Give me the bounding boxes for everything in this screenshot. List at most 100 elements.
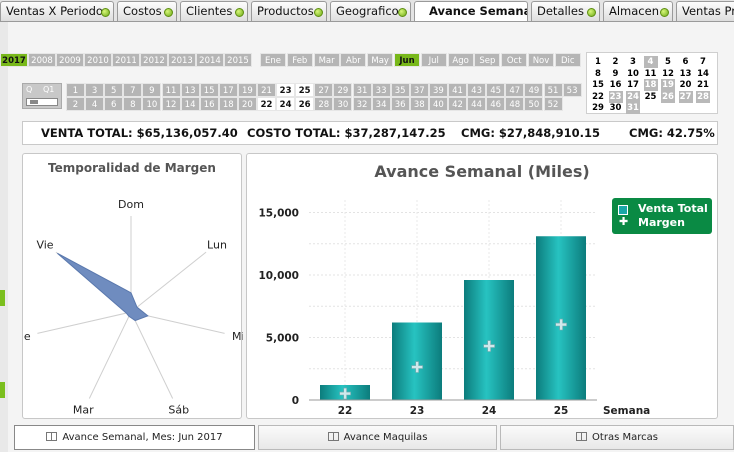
calendar-day-28[interactable]: 28 [696, 90, 710, 103]
tab-avance-semanal[interactable]: Avance Semanal [414, 1, 528, 21]
calendar-day-25[interactable]: 25 [644, 91, 658, 103]
month-may[interactable]: May [367, 53, 394, 67]
week-4[interactable]: 4 [85, 97, 105, 111]
calendar-day-15[interactable]: 15 [591, 79, 605, 91]
month-ago[interactable]: Ago [447, 53, 474, 67]
month-jun[interactable]: Jun [394, 53, 420, 67]
week-20[interactable]: 20 [237, 97, 257, 111]
week-9[interactable]: 9 [142, 83, 162, 97]
calendar-day-12[interactable]: 12 [661, 68, 675, 80]
week-49[interactable]: 49 [524, 83, 544, 97]
week-45[interactable]: 45 [486, 83, 506, 97]
calendar-day-24[interactable]: 24 [626, 90, 640, 103]
week-21[interactable]: 21 [257, 83, 276, 97]
year-2014[interactable]: 2014 [196, 53, 224, 67]
bottom-tab-2[interactable]: Avance Maquilas [258, 425, 497, 450]
calendar-day-13[interactable]: 13 [679, 68, 693, 80]
scroll-thumb[interactable] [30, 100, 38, 104]
calendar-day-1[interactable]: 1 [591, 56, 605, 68]
tab-productos[interactable]: Productos [251, 1, 327, 21]
year-2011[interactable]: 2011 [112, 53, 140, 67]
calendar-day-3[interactable]: 3 [626, 56, 640, 68]
tab-almacen[interactable]: Almacen [603, 1, 673, 21]
week-12[interactable]: 12 [161, 97, 181, 111]
month-mar[interactable]: Mar [313, 53, 340, 67]
week-29[interactable]: 29 [333, 83, 353, 97]
month-sep[interactable]: Sep [474, 53, 501, 67]
week-19[interactable]: 19 [237, 83, 257, 97]
week-8[interactable]: 8 [123, 97, 143, 111]
week-30[interactable]: 30 [333, 97, 353, 111]
calendar-day-8[interactable]: 8 [591, 68, 605, 80]
month-feb[interactable]: Feb [286, 53, 313, 67]
week-53[interactable]: 53 [562, 83, 582, 97]
calendar-day-26[interactable]: 26 [661, 90, 675, 103]
week-36[interactable]: 36 [390, 97, 410, 111]
week-41[interactable]: 41 [448, 83, 467, 97]
week-13[interactable]: 13 [180, 83, 200, 97]
week-44[interactable]: 44 [467, 97, 487, 111]
week-42[interactable]: 42 [448, 97, 467, 111]
month-nov[interactable]: Nov [528, 53, 554, 67]
calendar-day-27[interactable]: 27 [678, 90, 693, 103]
week-33[interactable]: 33 [371, 83, 391, 97]
tab-geografico[interactable]: Geografico [330, 1, 411, 21]
week-17[interactable]: 17 [218, 83, 238, 97]
week-50[interactable]: 50 [524, 97, 544, 111]
week-2[interactable]: 2 [66, 97, 85, 111]
calendar-day-16[interactable]: 16 [609, 79, 623, 91]
week-37[interactable]: 37 [409, 83, 429, 97]
year-2012[interactable]: 2012 [140, 53, 168, 67]
week-51[interactable]: 51 [543, 83, 563, 97]
calendar-day-29[interactable]: 29 [591, 102, 605, 114]
week-52[interactable]: 52 [543, 97, 563, 111]
calendar-day-18[interactable]: 18 [643, 79, 658, 91]
month-ene[interactable]: Ene [260, 53, 286, 67]
week-scrollbar[interactable] [26, 98, 58, 106]
calendar-day-21[interactable]: 21 [696, 79, 710, 91]
calendar-day-23[interactable]: 23 [608, 90, 623, 103]
week-26[interactable]: 26 [295, 97, 315, 111]
week-35[interactable]: 35 [390, 83, 410, 97]
week-31[interactable]: 31 [352, 83, 372, 97]
week-46[interactable]: 46 [486, 97, 506, 111]
tab-ventas-x-periodo[interactable]: Ventas X Periodo [0, 1, 114, 21]
week-15[interactable]: 15 [199, 83, 219, 97]
calendar-day-20[interactable]: 20 [679, 79, 693, 91]
calendar-day-19[interactable]: 19 [661, 79, 675, 91]
week-27[interactable]: 27 [314, 83, 334, 97]
tab-ventas-pr[interactable]: Ventas Pr [676, 1, 734, 21]
calendar-day-30[interactable]: 30 [609, 102, 623, 114]
week-22[interactable]: 22 [257, 97, 276, 111]
week-14[interactable]: 14 [180, 97, 200, 111]
calendar-day-7[interactable]: 7 [696, 56, 710, 68]
week-23[interactable]: 23 [276, 83, 296, 97]
year-2015[interactable]: 2015 [224, 53, 252, 67]
week-18[interactable]: 18 [218, 97, 238, 111]
month-dic[interactable]: Dic [554, 53, 581, 67]
year-2013[interactable]: 2013 [168, 53, 196, 67]
week-40[interactable]: 40 [428, 97, 448, 111]
week-43[interactable]: 43 [467, 83, 487, 97]
point-margen[interactable]: ✚ [482, 337, 496, 356]
month-jul[interactable]: Jul [420, 53, 447, 67]
week-34[interactable]: 34 [371, 97, 391, 111]
week-search-box[interactable]: Q Q1 [22, 83, 62, 109]
point-margen[interactable]: ✚ [410, 358, 424, 377]
calendar-day-22[interactable]: 22 [591, 91, 605, 103]
week-3[interactable]: 3 [85, 83, 105, 97]
year-2009[interactable]: 2009 [56, 53, 84, 67]
week-48[interactable]: 48 [505, 97, 525, 111]
week-10[interactable]: 10 [142, 97, 162, 111]
calendar-day-11[interactable]: 11 [644, 68, 658, 80]
week-24[interactable]: 24 [276, 97, 296, 111]
week-32[interactable]: 32 [352, 97, 372, 111]
calendar-day-31[interactable]: 31 [626, 102, 640, 114]
calendar-day-17[interactable]: 17 [626, 79, 640, 91]
bottom-tab-3[interactable]: Otras Marcas [500, 425, 734, 450]
week-39[interactable]: 39 [428, 83, 448, 97]
week-16[interactable]: 16 [199, 97, 219, 111]
point-margen[interactable]: ✚ [554, 316, 568, 335]
calendar-day-6[interactable]: 6 [679, 56, 693, 68]
tab-detalles[interactable]: Detalles [531, 1, 600, 21]
